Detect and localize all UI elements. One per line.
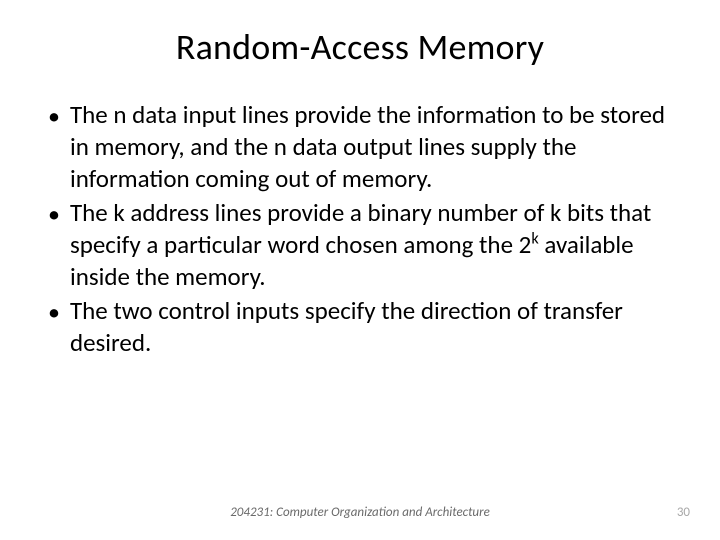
superscript: k (531, 230, 538, 249)
bullet-text: The n data input lines provide the infor… (70, 99, 680, 195)
slide: Random-Access Memory • The n data input … (0, 0, 720, 540)
bullet-icon: • (48, 297, 60, 329)
slide-title: Random-Access Memory (40, 25, 680, 69)
bullet-list: • The n data input lines provide the inf… (40, 99, 680, 359)
bullet-text: The k address lines provide a binary num… (70, 197, 680, 293)
bullet-icon: • (48, 101, 60, 133)
bullet-text: The two control inputs specify the direc… (70, 295, 680, 359)
footer-text: 204231: Computer Organization and Archit… (0, 505, 720, 520)
bullet-icon: • (48, 199, 60, 231)
list-item: • The k address lines provide a binary n… (48, 197, 680, 293)
list-item: • The two control inputs specify the dir… (48, 295, 680, 359)
list-item: • The n data input lines provide the inf… (48, 99, 680, 195)
page-number: 30 (677, 505, 690, 520)
